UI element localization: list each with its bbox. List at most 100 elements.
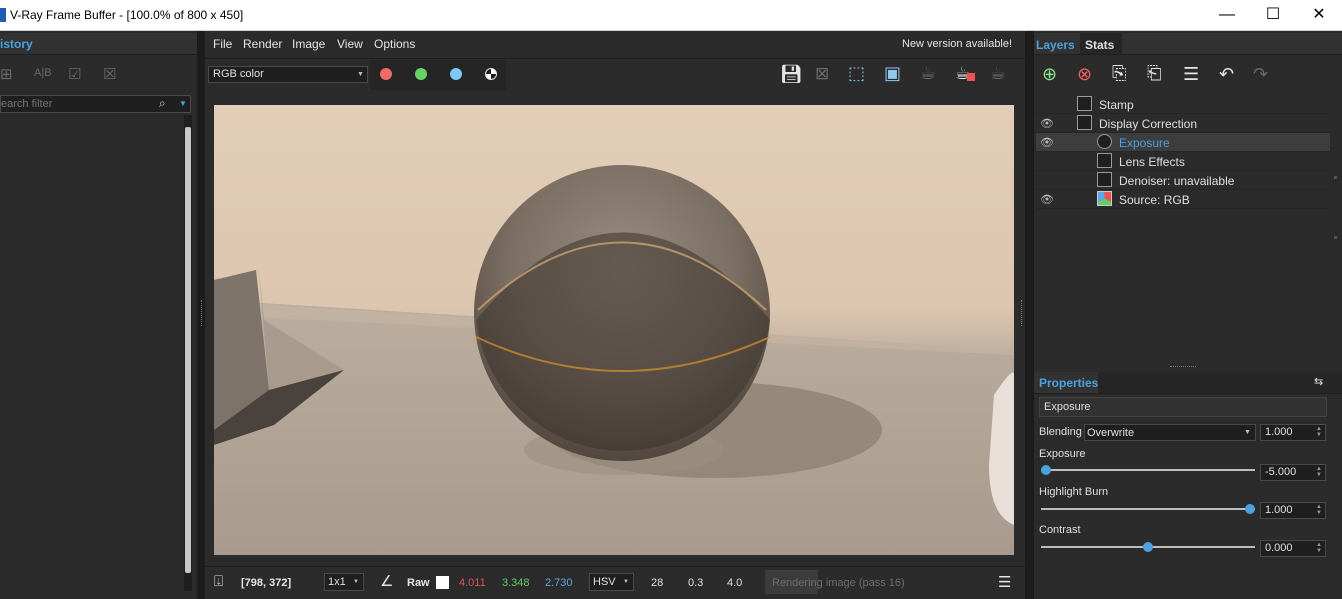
eye-icon[interactable]: 👁︎	[1040, 193, 1054, 206]
colorspace-select[interactable]: HSV ▼	[589, 573, 634, 591]
layer-row-lens-effects[interactable]: Lens Effects	[1036, 152, 1330, 171]
blue-channel-toggle[interactable]	[450, 68, 462, 80]
scrollbar-thumb[interactable]	[185, 127, 191, 573]
right-grip[interactable]	[1021, 300, 1024, 326]
region-render-icon[interactable]: ⬚	[848, 63, 865, 84]
add-layer-icon[interactable]: ⊕	[1042, 64, 1057, 85]
follow-mouse-icon[interactable]: ▣	[884, 63, 901, 84]
eye-icon[interactable]: 👁︎	[1040, 136, 1054, 149]
blending-mode-value: Overwrite	[1087, 427, 1135, 439]
layer-label: Source: RGB	[1119, 193, 1190, 207]
add-history-icon[interactable]: ⊞	[0, 65, 13, 83]
layer-row-source[interactable]: 👁︎ Source: RGB	[1036, 190, 1330, 209]
maximize-button[interactable]: ☐	[1250, 0, 1296, 30]
highlight-burn-value: 1.000	[1265, 504, 1293, 516]
layer-row-denoiser[interactable]: Denoiser: unavailable	[1036, 171, 1330, 190]
highlight-burn-slider[interactable]	[1041, 504, 1255, 514]
exposure-slider[interactable]	[1041, 465, 1255, 475]
channel-select-value: RGB color	[213, 68, 264, 80]
clear-image-icon[interactable]: ⊠	[815, 64, 829, 84]
chevron-down-icon: ▼	[1244, 429, 1251, 436]
grip-dot	[1334, 236, 1337, 239]
chevron-down-icon[interactable]: ▼	[179, 99, 187, 108]
layer-row-stamp[interactable]: Stamp	[1036, 95, 1330, 114]
layer-name-value: Exposure	[1044, 401, 1091, 413]
ab-compare-icon[interactable]: A|B	[34, 67, 52, 79]
properties-header-fill	[1098, 372, 1342, 393]
channel-select[interactable]: RGB color ▼	[208, 66, 368, 83]
pixel-saturation-value: 0.3	[688, 577, 704, 589]
menu-image[interactable]: Image	[292, 37, 325, 51]
menu-render[interactable]: Render	[243, 37, 282, 51]
layer-name-field[interactable]: Exposure	[1039, 397, 1327, 417]
save-image-icon[interactable]: 💾︎	[780, 64, 803, 85]
spinner-arrows-icon[interactable]: ▲ ▼	[1316, 542, 1322, 554]
pixel-mode[interactable]: Raw	[407, 577, 430, 589]
history-search[interactable]: ⌕ ▼	[0, 95, 191, 113]
layers-scroll-dots[interactable]	[1334, 96, 1338, 244]
search-input[interactable]	[1, 96, 151, 112]
spinner-arrows-icon[interactable]: ▲ ▼	[1316, 504, 1322, 516]
properties-splitter[interactable]	[1170, 366, 1196, 369]
blending-mode-select[interactable]: Overwrite ▼	[1084, 424, 1256, 441]
right-splitter[interactable]	[1025, 31, 1034, 599]
layer-list-icon[interactable]: ☰	[1183, 64, 1199, 85]
log-panel-icon[interactable]: ☰	[998, 573, 1011, 591]
layer-label: Stamp	[1099, 98, 1134, 112]
history-scrollbar[interactable]	[184, 115, 192, 591]
lock-pixel-icon[interactable]: ⍗	[214, 573, 223, 590]
contrast-label: Contrast	[1039, 524, 1081, 536]
left-grip[interactable]	[201, 300, 204, 326]
highlight-burn-spinner[interactable]: 1.000 ▲ ▼	[1260, 502, 1326, 519]
spinner-arrows-icon[interactable]: ▲ ▼	[1316, 426, 1322, 438]
zoom-value: 1x1	[328, 576, 346, 588]
undo-icon[interactable]: ↶	[1219, 64, 1234, 85]
layer-row-exposure[interactable]: 👁︎ Exposure	[1036, 133, 1330, 152]
render-progress-text: Rendering image (pass 16)	[772, 577, 905, 589]
pixel-value-value: 4.0	[727, 577, 743, 589]
contrast-spinner[interactable]: 0.000 ▲ ▼	[1260, 540, 1326, 557]
vray-app-icon	[0, 8, 6, 22]
remove-history-icon[interactable]: ☒	[103, 65, 116, 83]
grip-dot	[1334, 176, 1337, 179]
layer-row-display-correction[interactable]: 👁︎ Display Correction	[1036, 114, 1330, 133]
search-icon[interactable]: ⌕	[159, 96, 166, 111]
spinner-arrows-icon[interactable]: ▲ ▼	[1316, 466, 1322, 478]
minimize-button[interactable]: —	[1204, 0, 1250, 30]
green-channel-toggle[interactable]	[415, 68, 427, 80]
new-version-notice[interactable]: New version available!	[902, 38, 1012, 50]
blending-amount-spinner[interactable]: 1.000 ▲ ▼	[1260, 424, 1326, 441]
tab-stats[interactable]: Stats	[1085, 38, 1114, 52]
rgb-source-icon	[1097, 191, 1112, 206]
menu-options[interactable]: Options	[374, 37, 415, 51]
layer-label: Denoiser: unavailable	[1119, 174, 1235, 188]
load-history-icon[interactable]: ☑	[68, 65, 81, 83]
exposure-spinner[interactable]: -5.000 ▲ ▼	[1260, 464, 1326, 481]
load-layers-icon[interactable]: ⎗	[1147, 63, 1161, 84]
menu-view[interactable]: View	[337, 37, 363, 51]
eye-icon[interactable]: 👁︎	[1040, 117, 1054, 130]
menu-file[interactable]: File	[213, 37, 232, 51]
redo-icon[interactable]: ↷	[1253, 64, 1268, 85]
chevron-down-icon: ▼	[353, 579, 359, 585]
properties-options-icon[interactable]: ⇆	[1314, 375, 1323, 388]
render-viewport[interactable]	[214, 105, 1014, 555]
contrast-slider-knob[interactable]	[1143, 542, 1153, 552]
exposure-value: -5.000	[1265, 466, 1297, 478]
pixel-blue-value: 2.730	[545, 577, 573, 589]
highlight-burn-label: Highlight Burn	[1039, 486, 1109, 498]
alpha-channel-toggle[interactable]	[485, 68, 497, 80]
tab-history[interactable]: istory	[0, 37, 33, 51]
zoom-select[interactable]: 1x1 ▼	[324, 573, 364, 591]
highlight-burn-slider-knob[interactable]	[1245, 504, 1255, 514]
color-picker-icon[interactable]: ∠	[380, 572, 393, 590]
delete-layer-icon[interactable]: ⊗	[1077, 64, 1092, 85]
close-button[interactable]: ✕	[1296, 0, 1342, 30]
tab-layers[interactable]: Layers	[1036, 38, 1075, 52]
exposure-slider-knob[interactable]	[1041, 465, 1051, 475]
save-layers-icon[interactable]: ⎘	[1112, 63, 1126, 84]
red-channel-toggle[interactable]	[380, 68, 392, 80]
start-render-icon[interactable]: ☕︎	[990, 63, 1006, 84]
interactive-render-icon[interactable]: ☕︎	[920, 63, 936, 84]
contrast-slider[interactable]	[1041, 542, 1255, 552]
